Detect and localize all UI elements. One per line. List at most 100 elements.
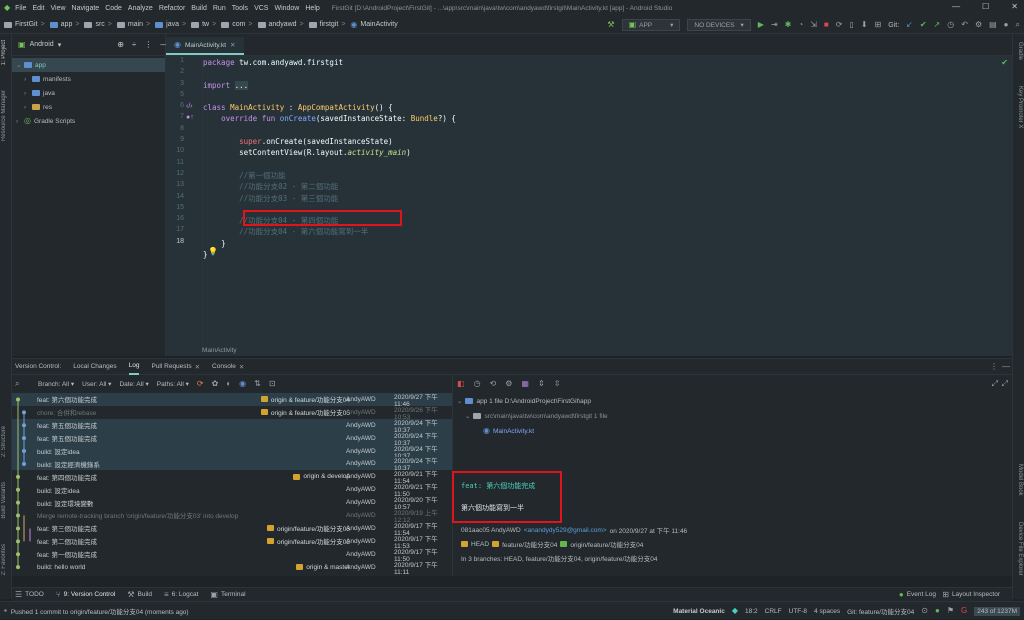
class-gutter-icon[interactable]: ‹/› [186,103,193,110]
attach-debugger-icon[interactable]: ⇲ [810,21,817,29]
run-icon[interactable]: ▶ [758,21,764,29]
line-separator[interactable]: CRLF [765,608,782,615]
user-filter[interactable]: User: All ▾ [82,380,111,388]
tab-terminal[interactable]: ▣ Terminal [210,590,245,599]
commit-row[interactable]: feat: 第六個功能完成 origin & feature/功能分支04 Andy… [12,393,452,408]
commit-row[interactable]: feat: 第五個功能完成 AndyAWD 2020/9/24 下午 10:37 [12,431,452,447]
tab-console[interactable]: Console ✕ [212,358,244,375]
menu-window[interactable]: Window [274,5,299,12]
branch-filter[interactable]: Branch: All ▾ [38,380,74,388]
diff-icon[interactable]: ⚙ [505,380,512,388]
git-branch[interactable]: Git: feature/功能分支04 [847,606,914,616]
lightbulb-icon[interactable]: 💡 [208,248,218,256]
tool-tab-favorites[interactable]: 2: Favorites [1,544,7,575]
cherry-pick-icon[interactable]: ✿ [212,380,219,388]
commit-row[interactable]: build: 設定環境變數 AndyAWD 2020/9/20 下午 10:57 [12,496,452,511]
changed-file[interactable]: ◉ MainActivity.kt [483,427,534,435]
inspection-icon[interactable]: ⚑ [947,607,954,615]
commit-row[interactable]: feat: 第一個功能完成 AndyAWD 2020/9/17 下午 11:50 [12,548,452,563]
memory-indicator[interactable]: 243 of 1237M [974,606,1020,616]
status-message[interactable]: Pushed 1 commit to origin/feature/功能分支04… [11,606,189,616]
tab-logcat[interactable]: ≡ 6: Logcat [164,590,198,599]
tab-build[interactable]: ⚒ Build [127,590,152,599]
tab-todo[interactable]: ☰ TODO [15,590,44,599]
tool-tab-project[interactable]: 1: Project [1,40,7,65]
collapse-icon[interactable]: ⇳ [554,380,561,388]
git-history-icon[interactable]: ◷ [947,21,954,29]
commit-row[interactable]: build: 設定idea AndyAWD 2020/9/24 下午 10:37 [12,444,452,460]
tab-layout-inspector[interactable]: ⊞ Layout Inspector [942,590,1000,599]
commit-row[interactable]: Merge remote-tracking branch 'origin/fea… [12,509,452,524]
chevron-down-icon[interactable]: ▾ [58,41,62,49]
expand-arrows-icon[interactable]: ⤢ [1002,380,1008,388]
expand-icon[interactable]: ⇕ [538,380,545,388]
project-structure-icon[interactable]: ▤ [989,21,997,29]
menu-help[interactable]: Help [305,5,319,12]
google-icon[interactable]: G [961,607,967,615]
close-tab-icon[interactable]: ✕ [230,41,235,49]
menu-vcs[interactable]: VCS [254,5,268,12]
code-editor[interactable]: package tw.com.andyawd.firstgit import .… [202,56,1012,346]
eye-icon[interactable]: ◉ [239,380,246,388]
breadcrumb-app[interactable]: app > [49,21,83,28]
locate-icon[interactable]: ⊕ [117,40,124,49]
project-view-select[interactable]: Android [30,41,54,48]
tree-item-app[interactable]: ⌄ app [12,58,165,72]
menu-tools[interactable]: Tools [232,5,248,12]
menu-code[interactable]: Code [105,5,122,12]
settings-icon[interactable]: ⚙ [975,21,982,29]
sdk-manager-icon[interactable]: ⬇ [861,21,868,29]
run-config-select[interactable]: ▣ APP ▾ [621,19,681,31]
minimize-button[interactable]: — [952,2,960,11]
undo-icon[interactable]: ◷ [474,380,481,388]
tab-version-control[interactable]: ⑂ 9: Version Control [56,590,115,599]
apply-changes-icon[interactable]: ⇥ [771,21,778,29]
debug-icon[interactable]: ✱ [785,21,792,29]
git-update-icon[interactable]: ↙ [906,21,913,29]
hide-panel-icon[interactable]: — [1002,362,1010,371]
commit-row[interactable]: feat: 第四個功能完成 origin & develop AndyAWD 2020… [12,470,452,485]
group-by-icon[interactable]: ▦ [521,380,529,388]
file-encoding[interactable]: UTF-8 [789,608,807,615]
tab-mainactivity[interactable]: ◉ MainActivity.kt ✕ [166,37,244,55]
menu-build[interactable]: Build [191,5,207,12]
tree-item-manifests[interactable]: › manifests [12,72,165,86]
commit-row[interactable]: build: 設定經濟機錄系 AndyAWD 2020/9/24 下午 10:37 [12,457,452,472]
stop-icon[interactable]: ■ [824,21,829,29]
indent-setting[interactable]: 4 spaces [814,608,840,615]
tree-item-gradle-scripts[interactable]: › ◎ Gradle Scripts [12,114,165,128]
layout-inspector-icon[interactable]: ⊞ [875,21,882,29]
tab-log[interactable]: Log [128,358,140,375]
changes-root[interactable]: ⌄ app 1 file D:\AndroidProject\FirstGit\a… [457,397,591,406]
tool-tab-key-promoter[interactable]: Key Promoter X [1017,86,1023,128]
tool-tab-resource-manager[interactable]: Resource Manager [1,90,7,141]
override-gutter-icon[interactable]: ●↑ [186,114,194,121]
commit-row[interactable]: feat: 第五個功能完成 AndyAWD 2020/9/24 下午 10:37 [12,418,452,434]
git-rollback-icon[interactable]: ↶ [961,21,968,29]
breadcrumb-com[interactable]: com > [221,21,255,28]
highlight-icon[interactable]: ◐ [226,380,231,388]
git-commit-icon[interactable]: ✔ [920,21,927,29]
profile-icon[interactable]: ◔ [798,21,803,29]
git-push-icon[interactable]: ↗ [934,21,941,29]
avatar-icon[interactable]: ● [1004,21,1009,29]
hammer-icon[interactable]: ⚒ [607,21,614,29]
date-filter[interactable]: Date: All ▾ [119,380,148,388]
tool-tab-structure[interactable]: 2: Structure [1,426,7,457]
menu-analyze[interactable]: Analyze [128,5,153,12]
breadcrumb-andyawd[interactable]: andyawd > [257,21,307,28]
device-manager-icon[interactable]: ▯ [849,21,853,29]
expand-arrows-icon[interactable]: ⤢ [992,380,998,388]
theme-indicator[interactable]: Material Oceanic [673,608,725,615]
tree-item-res[interactable]: › res [12,100,165,114]
open-in-icon[interactable]: ⊡ [269,380,276,388]
tool-tab-device-file-explorer[interactable]: Device File Explorer [1017,522,1023,576]
breadcrumb-mainactivity[interactable]: ◉ MainActivity [350,20,397,29]
tab-event-log[interactable]: ● Event Log [899,590,936,599]
sync-icon[interactable]: ⟳ [836,21,843,29]
more-options-icon[interactable]: ⋮ [144,40,152,49]
search-icon[interactable]: ⌕ [15,380,19,388]
tool-tab-model-book[interactable]: Model Book [1017,464,1023,496]
revert-icon[interactable]: ◧ [457,380,465,388]
commit-row[interactable]: chore: 合併和rebase origin & feature/功能分支05 A… [12,406,452,421]
